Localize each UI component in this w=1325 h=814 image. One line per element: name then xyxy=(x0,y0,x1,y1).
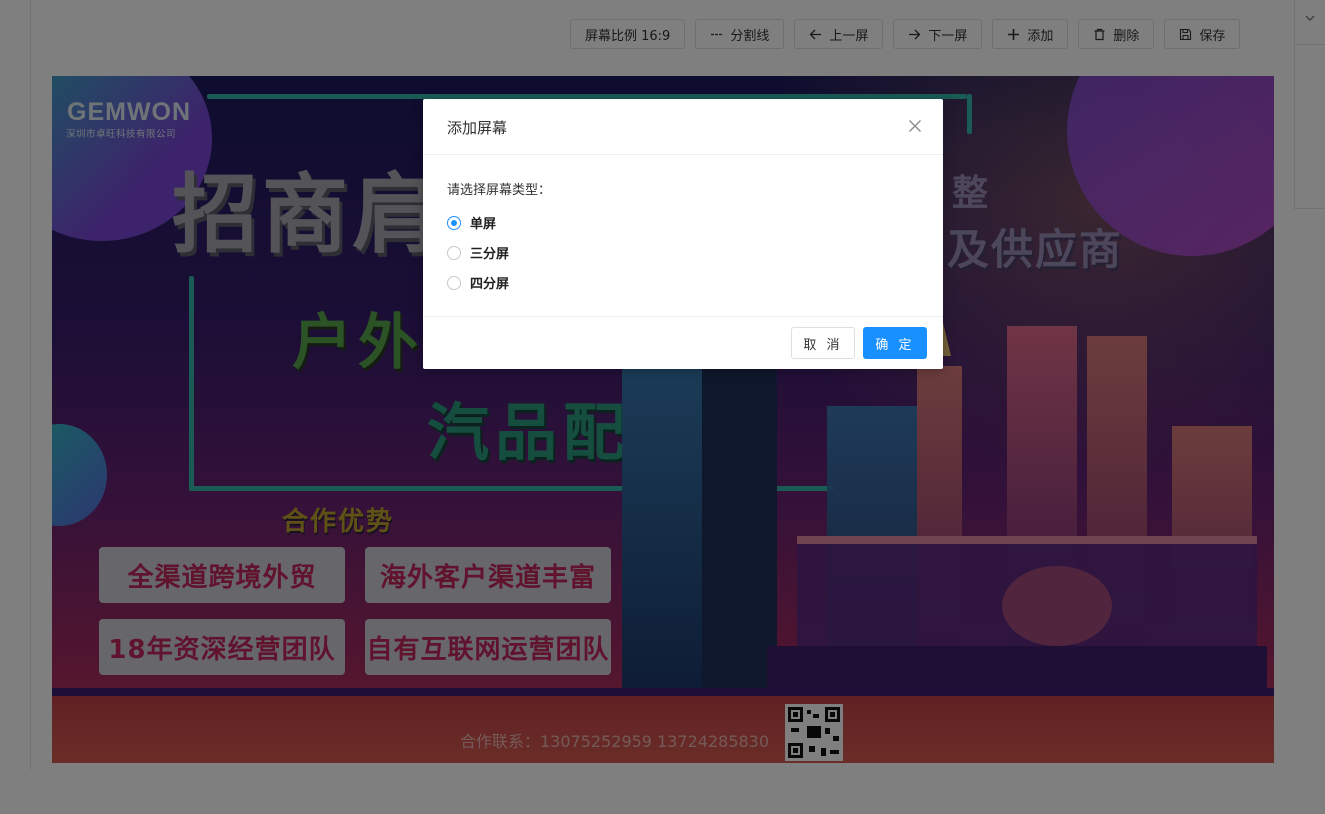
close-icon[interactable] xyxy=(907,118,923,134)
radio-button-checked[interactable] xyxy=(447,215,461,230)
radio-button[interactable] xyxy=(447,275,461,290)
radio-option-single[interactable]: 单屏 xyxy=(447,213,496,232)
cancel-button[interactable]: 取 消 xyxy=(791,327,855,359)
radio-label: 单屏 xyxy=(470,217,497,232)
dialog-footer-divider xyxy=(423,316,943,317)
radio-option-triple[interactable]: 三分屏 xyxy=(447,243,509,262)
dialog-title: 添加屏幕 xyxy=(447,119,508,137)
radio-button[interactable] xyxy=(447,245,461,260)
radio-option-quad[interactable]: 四分屏 xyxy=(447,273,509,292)
confirm-button[interactable]: 确 定 xyxy=(863,327,927,359)
screen-type-prompt: 请选择屏幕类型： xyxy=(447,183,552,198)
radio-label: 四分屏 xyxy=(470,277,510,292)
add-screen-dialog: 添加屏幕 请选择屏幕类型： 单屏 三分屏 四分屏 取 消 确 定 xyxy=(423,99,943,369)
radio-label: 三分屏 xyxy=(470,247,510,262)
dialog-header: 添加屏幕 xyxy=(423,99,943,155)
